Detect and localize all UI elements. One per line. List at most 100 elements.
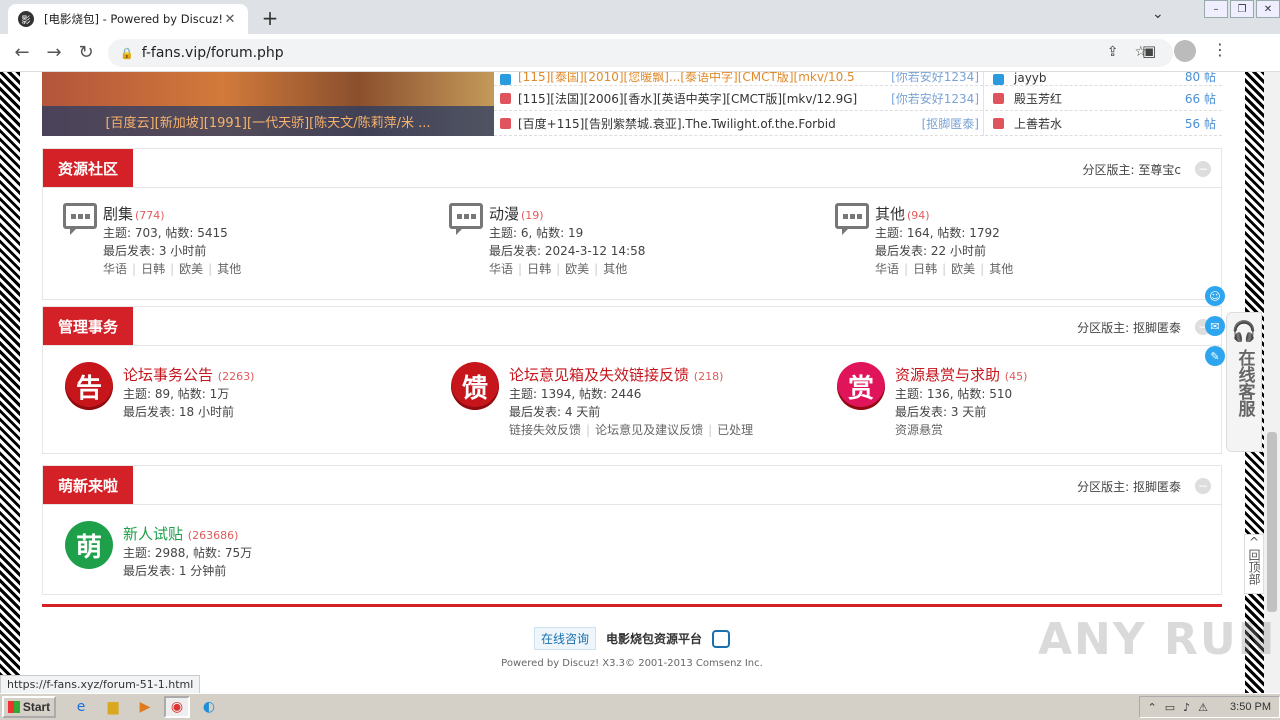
sub-forum-link[interactable]: 资源悬赏 [895, 423, 943, 437]
section-title[interactable]: 资源社区 [43, 149, 134, 187]
forum-last-post[interactable]: 最后发表: 22 小时前 [875, 242, 1013, 260]
rank-row[interactable]: 殿玉芳红 66 帖 [985, 86, 1222, 111]
watermark: ANY RUN [1038, 614, 1277, 665]
forum-stats: 主题: 2988, 帖数: 75万 [123, 546, 253, 560]
collapse-icon[interactable]: − [1195, 478, 1211, 494]
scrollbar-thumb[interactable] [1267, 432, 1277, 612]
forum-name[interactable]: 论坛意见箱及失效链接反馈 [509, 366, 689, 384]
sub-forum-link[interactable]: 欧美 [179, 262, 203, 276]
back-icon[interactable]: ← [6, 42, 38, 63]
new-tab-button[interactable]: + [258, 6, 282, 30]
sub-forum-link[interactable]: 欧美 [565, 262, 589, 276]
forum-name[interactable]: 其他 [875, 205, 905, 223]
forum-last-post[interactable]: 最后发表: 3 天前 [895, 403, 1027, 421]
sub-forum-link[interactable]: 日韩 [141, 262, 165, 276]
sub-forum-link[interactable]: 日韩 [913, 262, 937, 276]
url-text: f-fans.vip/forum.php [141, 45, 284, 61]
sub-forum-link[interactable]: 华语 [875, 262, 899, 276]
clock[interactable]: 3:50 PM [1230, 701, 1271, 713]
sub-forum-link[interactable]: 其他 [603, 262, 627, 276]
background-pattern [0, 72, 20, 693]
ie-icon[interactable]: e [68, 696, 94, 718]
sidebar-icon[interactable]: ▣ [1142, 42, 1156, 60]
section-header: 萌新来啦 分区版主: 抠脚匿泰 − [43, 466, 1221, 505]
taskbar: Start e ▆ ▶ ◉ ◐ ⌃ ▭ ♪ ⚠ 3:50 PM [0, 693, 1280, 720]
sub-forum-link[interactable]: 其他 [217, 262, 241, 276]
sub-forum-link[interactable]: 华语 [489, 262, 513, 276]
user-icon[interactable]: ☺ [1205, 286, 1225, 306]
section-title[interactable]: 管理事务 [43, 307, 134, 345]
volume-icon[interactable]: ♪ [1183, 701, 1190, 714]
collapse-icon[interactable]: − [1195, 161, 1211, 177]
media-player-icon[interactable]: ▶ [132, 696, 158, 718]
tab-search-icon[interactable]: ⌄ [1152, 6, 1164, 22]
thread-author[interactable]: [你若安好1234] [887, 72, 983, 85]
online-consult-button[interactable]: 在线咨询 [533, 627, 596, 650]
forum-name[interactable]: 资源悬赏与求助 [895, 366, 1000, 384]
forum-last-post[interactable]: 最后发表: 3 小时前 [103, 242, 241, 260]
forum-name[interactable]: 动漫 [489, 205, 519, 223]
thread-row[interactable]: [百度+115][告别紫禁城.衰亚].The.Twilight.of.the.F… [494, 111, 983, 136]
headset-icon: 🎧 [1231, 319, 1257, 343]
minimize-button[interactable]: – [1204, 0, 1228, 18]
thread-row[interactable]: [115][法国][2006][香水][英语中英字][CMCT版][mkv/12… [494, 86, 983, 111]
online-service-label[interactable]: 在线客服 [1234, 349, 1255, 417]
forum-last-post[interactable]: 最后发表: 18 小时前 [123, 403, 254, 421]
profile-avatar[interactable] [1174, 40, 1196, 62]
thread-author[interactable]: [你若安好1234] [887, 90, 983, 107]
forum-name[interactable]: 论坛事务公告 [123, 366, 213, 384]
rank-row[interactable]: jayyb 80 帖 [985, 72, 1222, 86]
sub-forum-link[interactable]: 链接失效反馈 [509, 423, 581, 437]
browser-tab[interactable]: 影 [电影烧包] - Powered by Discuz! ✕ [8, 4, 248, 34]
back-to-top-label: 回顶部 [1247, 549, 1261, 585]
security-icon[interactable]: ⚠ [1198, 701, 1208, 714]
forum-count: (263686) [187, 529, 239, 542]
section-title[interactable]: 萌新来啦 [43, 466, 134, 504]
thread-title[interactable]: [百度+115][告别紫禁城.衰亚].The.Twilight.of.the.F… [518, 115, 887, 132]
forum-last-post[interactable]: 最后发表: 4 天前 [509, 403, 753, 421]
address-bar[interactable]: 🔒 f-fans.vip/forum.php ⇪☆ [108, 39, 1173, 67]
chrome-icon[interactable]: ◉ [164, 696, 190, 718]
footer-divider [42, 604, 1222, 607]
share-icon[interactable]: ⇪ [1107, 44, 1135, 60]
sub-forum-link[interactable]: 论坛意见及建议反馈 [595, 423, 703, 437]
lock-icon[interactable]: 🔒 [120, 47, 134, 60]
close-tab-icon[interactable]: ✕ [222, 12, 238, 27]
back-to-top-button[interactable]: ^ 回顶部 [1244, 534, 1264, 594]
forum-name[interactable]: 剧集 [103, 205, 133, 223]
folder-icon[interactable]: ▆ [100, 696, 126, 718]
message-icon[interactable]: ✉ [1205, 316, 1225, 336]
network-icon[interactable]: ▭ [1165, 701, 1175, 714]
forum-name[interactable]: 新人试贴 [123, 525, 183, 543]
edge-icon[interactable]: ◐ [196, 696, 222, 718]
start-button[interactable]: Start [2, 696, 56, 718]
sub-forum-link[interactable]: 华语 [103, 262, 127, 276]
thread-row[interactable]: [115][泰国][2010][您暖飘]...[泰语中字][CMCT版][mkv… [494, 72, 983, 86]
thread-title[interactable]: [115][泰国][2010][您暖飘]...[泰语中字][CMCT版][mkv… [518, 72, 887, 85]
slideshow[interactable]: [百度云][新加坡][1991][一代天骄][陈天文/陈莉萍/米 ... [42, 72, 494, 136]
sub-forum-link[interactable]: 欧美 [951, 262, 975, 276]
online-service-widget[interactable]: 🎧 在线客服 [1226, 312, 1262, 452]
sub-forum-link[interactable]: 其他 [989, 262, 1013, 276]
scrollbar[interactable] [1264, 72, 1280, 693]
sub-forum-link[interactable]: 日韩 [527, 262, 551, 276]
rank-user[interactable]: 上善若水 [1014, 115, 1185, 132]
forum-last-post[interactable]: 最后发表: 2024-3-12 14:58 [489, 242, 645, 260]
thread-author[interactable]: [抠脚匿泰] [887, 115, 983, 132]
tray-expand-icon[interactable]: ⌃ [1148, 701, 1157, 714]
thread-title[interactable]: [115][法国][2006][香水][英语中英字][CMCT版][mkv/12… [518, 90, 887, 107]
slide-caption[interactable]: [百度云][新加坡][1991][一代天骄][陈天文/陈莉萍/米 ... [42, 106, 494, 136]
reload-icon[interactable]: ↻ [70, 42, 102, 63]
poster-ranking: jayyb 80 帖 殿玉芳红 66 帖 上善若水 56 帖 [985, 72, 1222, 136]
close-window-button[interactable]: ✕ [1256, 0, 1280, 18]
rank-user[interactable]: jayyb [1014, 72, 1185, 85]
forward-icon[interactable]: → [38, 42, 70, 63]
forum-last-post[interactable]: 最后发表: 1 分钟前 [123, 562, 252, 580]
sub-forum-link[interactable]: 已处理 [717, 423, 753, 437]
rank-user[interactable]: 殿玉芳红 [1014, 90, 1185, 107]
section-moderator: 分区版主: 抠脚匿泰 [1077, 321, 1181, 335]
menu-icon[interactable]: ⋮ [1212, 40, 1228, 59]
edit-icon[interactable]: ✎ [1205, 346, 1225, 366]
rank-row[interactable]: 上善若水 56 帖 [985, 111, 1222, 136]
maximize-button[interactable]: ❐ [1230, 0, 1254, 18]
